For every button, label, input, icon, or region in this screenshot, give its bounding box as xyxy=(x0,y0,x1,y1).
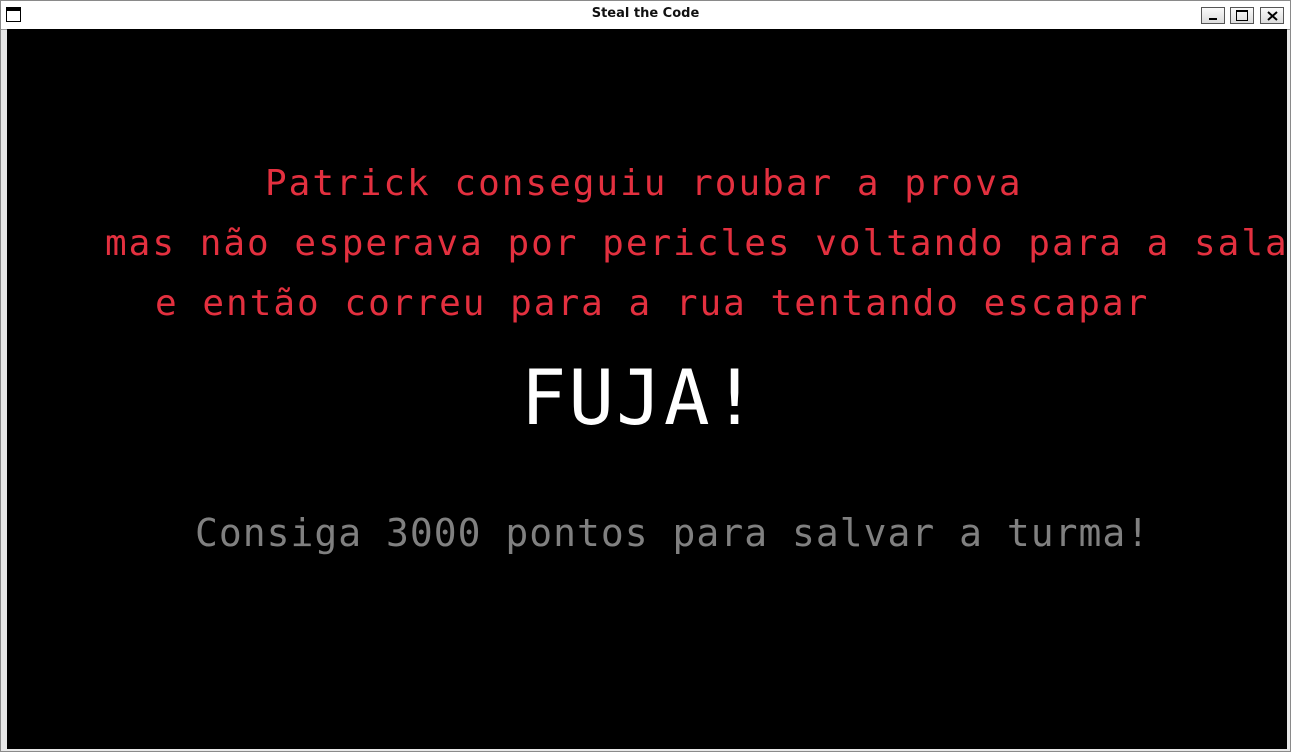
escape-headline: FUJA! xyxy=(520,353,760,442)
app-window: Steal the Code Patrick conseguiu roubar … xyxy=(0,0,1291,752)
minimize-button[interactable] xyxy=(1201,7,1225,24)
close-button[interactable] xyxy=(1260,7,1284,24)
story-line-2: mas não esperava por pericles voltando p… xyxy=(105,223,1287,264)
window-title: Steal the Code xyxy=(591,6,700,21)
story-line-3: e então correu para a rua tentando escap… xyxy=(155,283,1150,324)
close-icon xyxy=(1267,11,1278,21)
game-screen[interactable]: Patrick conseguiu roubar a prova mas não… xyxy=(7,29,1287,749)
story-line-1: Patrick conseguiu roubar a prova xyxy=(265,163,1023,204)
title-bar[interactable]: Steal the Code xyxy=(1,1,1290,30)
score-goal-text: Consiga 3000 pontos para salvar a turma! xyxy=(195,511,1151,555)
maximize-button[interactable] xyxy=(1230,7,1254,24)
